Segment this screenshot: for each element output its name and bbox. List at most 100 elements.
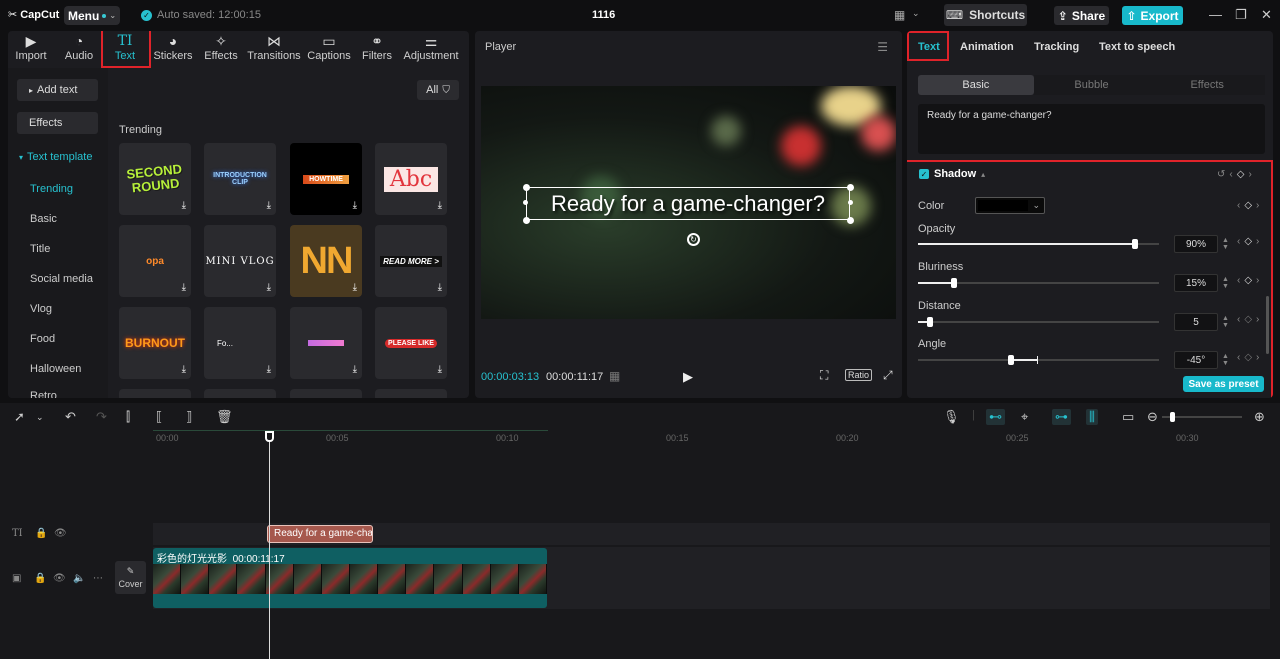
subtab-bubble[interactable]: Bubble (1033, 75, 1150, 95)
slider-knob[interactable] (951, 278, 957, 288)
slider-knob[interactable] (1132, 239, 1138, 249)
layout-chevron-icon[interactable]: ⌄ (912, 8, 920, 19)
next-keyframe-icon[interactable]: › (1248, 169, 1251, 180)
keyframe-icon[interactable]: ◇ (1244, 200, 1252, 211)
download-icon[interactable]: ⤓ (267, 282, 271, 293)
resize-handle[interactable] (523, 184, 530, 191)
filter-all-dropdown[interactable]: All ⛉ (417, 80, 459, 100)
template-card[interactable] (290, 389, 362, 398)
project-title[interactable]: 1116 (592, 9, 615, 21)
template-card[interactable] (119, 389, 191, 398)
slider-knob[interactable] (927, 317, 933, 327)
tab-tracking[interactable]: Tracking (1034, 41, 1079, 53)
ratio-button[interactable]: Ratio (845, 369, 873, 381)
template-card[interactable]: PLEASE LIKE ⤓ (375, 307, 447, 379)
angle-stepper[interactable]: ▲ ▼ (1222, 353, 1229, 367)
download-icon[interactable]: ⤓ (438, 200, 442, 211)
split-left-icon[interactable]: ⟦ (156, 409, 162, 425)
shadow-color-picker[interactable]: ⌄ (975, 197, 1045, 214)
rotate-icon[interactable]: ↻ (687, 233, 700, 246)
next-keyframe-icon[interactable]: › (1256, 200, 1259, 211)
audio-mute-icon[interactable]: 🔈 (73, 573, 85, 584)
minimize-icon[interactable]: — (1209, 7, 1222, 22)
keyframe-icon[interactable]: ◇ (1244, 352, 1252, 363)
bluriness-slider[interactable] (918, 278, 1159, 288)
playhead[interactable] (269, 431, 270, 659)
tab-effects[interactable]: ✧ Effects (199, 33, 243, 67)
prev-keyframe-icon[interactable]: ‹ (1237, 200, 1240, 211)
download-icon[interactable]: ⤓ (182, 200, 186, 211)
reset-icon[interactable]: ↺ (1217, 169, 1225, 180)
download-icon[interactable]: ⤓ (438, 282, 442, 293)
subtab-effects[interactable]: Effects (1149, 75, 1266, 95)
nav-item-trending[interactable]: Trending (30, 183, 73, 195)
chevron-down-icon[interactable]: ⌄ (36, 412, 44, 423)
template-card[interactable]: HOWTIME ⤓ (290, 143, 362, 215)
split-right-icon[interactable]: ⟧ (186, 409, 192, 425)
export-button[interactable]: ⇧ Export (1122, 6, 1183, 25)
tab-adjustment[interactable]: ⚌ Adjustment (402, 33, 460, 67)
restore-icon[interactable]: ❐ (1235, 7, 1247, 23)
distance-value-input[interactable]: 5 (1174, 313, 1218, 331)
tab-stickers[interactable]: ◕ Stickers (151, 33, 195, 67)
tab-import[interactable]: ▶ Import (10, 33, 52, 67)
prev-keyframe-icon[interactable]: ‹ (1237, 275, 1240, 286)
redo-icon[interactable]: ↷ (96, 409, 107, 425)
opacity-value-input[interactable]: 90% (1174, 235, 1218, 253)
next-keyframe-icon[interactable]: › (1256, 275, 1259, 286)
close-icon[interactable]: ✕ (1261, 7, 1272, 23)
nav-item-halloween[interactable]: Halloween (30, 363, 81, 375)
fullscreen-icon[interactable]: ⤢ (883, 368, 893, 383)
template-card[interactable]: INTRODUCTION CLIP ⤓ (204, 143, 276, 215)
template-card[interactable]: ⤓ (290, 307, 362, 379)
screen-icon[interactable]: ▭ (1122, 409, 1134, 425)
text-selection-box[interactable] (526, 187, 850, 220)
download-icon[interactable]: ⤓ (267, 364, 271, 375)
prev-keyframe-icon[interactable]: ‹ (1237, 236, 1240, 247)
add-text-button[interactable]: ▸ Add text (17, 79, 98, 101)
subtab-basic[interactable]: Basic (918, 75, 1034, 95)
distance-stepper[interactable]: ▲ ▼ (1222, 315, 1229, 329)
download-icon[interactable]: ⤓ (182, 364, 186, 375)
video-clip[interactable]: 彩色的灯光光影 00:00:11:17 (153, 548, 547, 608)
template-card[interactable] (375, 389, 447, 398)
shadow-header[interactable]: ✓ Shadow ▴ (919, 168, 985, 180)
share-button[interactable]: ⇪ Share (1054, 6, 1109, 25)
bluriness-stepper[interactable]: ▲ ▼ (1222, 276, 1229, 290)
tab-animation[interactable]: Animation (960, 41, 1014, 53)
play-icon[interactable]: ▶ (683, 369, 693, 385)
prev-keyframe-icon[interactable]: ‹ (1237, 352, 1240, 363)
nav-item-retro[interactable]: Retro (30, 390, 57, 398)
template-card[interactable]: BURNOUT ⤓ (119, 307, 191, 379)
tab-transitions[interactable]: ⋈ Transitions (245, 33, 303, 67)
resize-handle[interactable] (523, 217, 530, 224)
undo-icon[interactable]: ↶ (65, 409, 76, 425)
keyframe-icon[interactable]: ◇ (1237, 169, 1245, 180)
menu-button[interactable]: Menu ⌄ (64, 6, 120, 25)
nav-item-title[interactable]: Title (30, 243, 50, 255)
angle-value-input[interactable]: -45° (1174, 351, 1218, 369)
resize-handle[interactable] (523, 200, 528, 205)
shortcuts-button[interactable]: ⌨ Shortcuts (944, 4, 1027, 26)
template-card[interactable]: Fo... ⤓ (204, 307, 276, 379)
template-card[interactable]: opa ⤓ (119, 225, 191, 297)
prev-keyframe-icon[interactable]: ‹ (1229, 169, 1232, 180)
bluriness-value-input[interactable]: 15% (1174, 274, 1218, 292)
zoom-out-icon[interactable]: ⊖ (1147, 409, 1158, 425)
delete-icon[interactable]: 🗑 (216, 409, 233, 425)
zoom-knob[interactable] (1170, 412, 1175, 422)
keyframe-icon[interactable]: ◇ (1244, 314, 1252, 325)
download-icon[interactable]: ⤓ (353, 200, 357, 211)
opacity-slider[interactable] (918, 239, 1159, 249)
checkbox-checked-icon[interactable]: ✓ (919, 169, 929, 179)
zoom-slider[interactable] (1162, 412, 1242, 422)
timecode-grid-icon[interactable]: ▦ (609, 369, 620, 383)
template-card[interactable] (204, 389, 276, 398)
download-icon[interactable]: ⤓ (438, 364, 442, 375)
save-as-preset-button[interactable]: Save as preset (1183, 376, 1264, 392)
tab-captions[interactable]: ▭ Captions (305, 33, 353, 67)
hamburger-menu-icon[interactable]: ☰ (877, 40, 888, 54)
nav-item-basic[interactable]: Basic (30, 213, 57, 225)
download-icon[interactable]: ⤓ (182, 282, 186, 293)
text-content-input[interactable]: Ready for a game-changer? (918, 104, 1265, 154)
